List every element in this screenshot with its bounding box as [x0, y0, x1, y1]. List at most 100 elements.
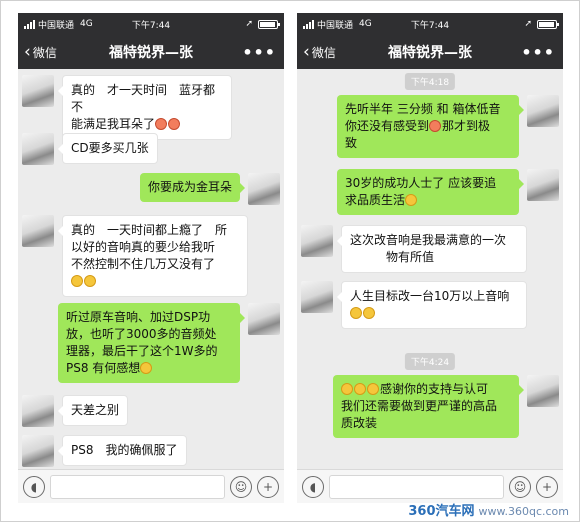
emoji-icon [84, 275, 96, 287]
voice-icon[interactable]: ◖ [302, 475, 324, 498]
message-row: 先听半年 三分频 和 箱体低音 你还没有感受到 那才到极 致 [337, 95, 559, 158]
message-row: CD要多买几张 [22, 133, 158, 165]
phone-left: 中国联通 4G 下午7:44 ➚ ‹ 微信 福特锐界—张 ••• 真的 才一天时间… [18, 13, 284, 503]
more-button[interactable]: ••• [242, 43, 276, 62]
timestamp: 下午4:18 [404, 73, 456, 90]
chat-area[interactable]: 下午4:18 先听半年 三分频 和 箱体低音 你还没有感受到 那才到极 致 30岁… [297, 69, 563, 469]
message-input[interactable] [50, 474, 225, 499]
message-text: 真的 才一天时间 蓝牙都不 [71, 83, 216, 114]
avatar[interactable] [301, 225, 333, 257]
message-text: 以好的音响真的要少给我听 [71, 240, 216, 254]
emoji-icon[interactable]: ☺ [230, 475, 252, 498]
emoji-icon [350, 307, 362, 319]
battery-icon [537, 19, 559, 29]
message-bubble[interactable]: PS8 我的确佩服了 [58, 435, 187, 466]
battery-icon [258, 19, 280, 29]
avatar[interactable] [22, 395, 54, 427]
status-time: 下午7:44 [410, 21, 450, 31]
message-bubble[interactable]: 听过原车音响、加过DSP功 放，也听了3000多的音频处 理器，最后干了这个1W… [58, 303, 245, 383]
emoji-icon [367, 383, 379, 395]
avatar[interactable] [248, 303, 280, 335]
avatar[interactable] [527, 95, 559, 127]
avatar[interactable] [22, 133, 54, 165]
message-bubble[interactable]: CD要多买几张 [58, 133, 158, 164]
chat-title: 福特锐界—张 [109, 45, 193, 61]
message-text: 你还没有感受到 [345, 119, 430, 133]
message-row: 真的 才一天时间 蓝牙都不 能满足我耳朵了 [22, 75, 232, 140]
chevron-left-icon: ‹ [303, 41, 310, 62]
emoji-icon[interactable]: ☺ [509, 475, 531, 498]
back-button[interactable]: ‹ 微信 [18, 41, 57, 62]
chevron-left-icon: ‹ [24, 41, 31, 62]
message-text: 这次改音响是我最满意的一次 [350, 233, 507, 247]
message-text: 那才到极 [442, 119, 491, 133]
avatar[interactable] [301, 281, 333, 313]
avatar[interactable] [527, 169, 559, 201]
avatar[interactable] [22, 75, 54, 107]
message-bubble[interactable]: 真的 才一天时间 蓝牙都不 能满足我耳朵了 [58, 75, 232, 140]
message-row: 感谢你的支持与认可 我们还需要做到更严谨的高品 质改装 [333, 375, 559, 438]
emoji-icon [140, 362, 153, 374]
nav-bar: ‹ 微信 福特锐界—张 ••• [297, 35, 563, 69]
avatar[interactable] [527, 375, 559, 407]
message-text: 30岁的成功人士了 应该要追 [345, 176, 497, 190]
watermark-logo: 360汽车网 www.360qc.com [408, 500, 569, 519]
emoji-icon [168, 118, 181, 130]
message-text: 听过原车音响、加过DSP功 [66, 310, 211, 324]
input-bar: ◖ ☺ + [18, 469, 284, 503]
message-bubble[interactable]: 真的 一天时间都上瘾了 所 以好的音响真的要少给我听 不然控制不住几万又没有了 [58, 215, 248, 297]
message-text: 求品质生活 [345, 193, 406, 207]
message-bubble[interactable]: 先听半年 三分频 和 箱体低音 你还没有感受到 那才到极 致 [337, 95, 524, 158]
emoji-icon [341, 383, 353, 395]
message-text: 放，也听了3000多的音频处 [66, 327, 217, 341]
status-bar: 中国联通 4G 下午7:44 ➚ [18, 13, 284, 35]
message-bubble[interactable]: 感谢你的支持与认可 我们还需要做到更严谨的高品 质改装 [333, 375, 524, 438]
message-row: 真的 一天时间都上瘾了 所 以好的音响真的要少给我听 不然控制不住几万又没有了 [22, 215, 248, 297]
message-text: 天差之别 [71, 403, 120, 417]
input-bar: ◖ ☺ + [297, 469, 563, 503]
plus-icon[interactable]: + [257, 475, 279, 498]
chat-area[interactable]: 真的 才一天时间 蓝牙都不 能满足我耳朵了 CD要多买几张 你要成为金耳朵 真的… [18, 69, 284, 469]
message-text: 先听半年 三分频 和 箱体低音 [345, 102, 501, 116]
message-bubble[interactable]: 人生目标改一台10万以上音响 [337, 281, 527, 329]
message-bubble[interactable]: 你要成为金耳朵 [139, 173, 246, 202]
message-row: 这次改音响是我最满意的一次 物有所值 [301, 225, 527, 273]
voice-icon[interactable]: ◖ [23, 475, 45, 498]
message-text: 致 [345, 136, 358, 150]
status-bar: 中国联通 4G 下午7:44 ➚ [297, 13, 563, 35]
message-text: 我们还需要做到更严谨的高品 [341, 399, 498, 413]
message-text: PS8 我的确佩服了 [71, 443, 178, 457]
message-text: 理器，最后干了这个1W多的 [66, 344, 218, 358]
message-text: 你要成为金耳朵 [147, 180, 232, 194]
message-bubble[interactable]: 这次改音响是我最满意的一次 物有所值 [337, 225, 527, 273]
message-text: PS8 有何感想 [66, 361, 141, 375]
message-row: 人生目标改一台10万以上音响 [301, 281, 527, 329]
back-label: 微信 [311, 45, 336, 60]
message-text: 物有所值 [386, 250, 435, 264]
avatar[interactable] [22, 215, 54, 247]
message-text: 感谢你的支持与认可 [380, 382, 489, 396]
watermark-site: www.360qc.com [478, 505, 570, 518]
phone-right: 中国联通 4G 下午7:44 ➚ ‹ 微信 福特锐界—张 ••• 下午4:18 先… [297, 13, 563, 503]
message-row: PS8 我的确佩服了 [22, 435, 187, 467]
emoji-icon [71, 275, 83, 287]
avatar[interactable] [22, 435, 54, 467]
plus-icon[interactable]: + [536, 475, 558, 498]
message-row: 天差之别 [22, 395, 129, 427]
emoji-icon [429, 120, 442, 132]
message-bubble[interactable]: 天差之别 [57, 395, 129, 426]
emoji-icon [155, 118, 168, 130]
message-text: 质改装 [341, 416, 378, 430]
emoji-icon [363, 307, 375, 319]
screenshot-frame: 中国联通 4G 下午7:44 ➚ ‹ 微信 福特锐界—张 ••• 真的 才一天时间… [0, 0, 580, 522]
message-bubble[interactable]: 30岁的成功人士了 应该要追 求品质生活 [337, 169, 524, 215]
back-button[interactable]: ‹ 微信 [297, 41, 336, 62]
message-text: CD要多买几张 [71, 141, 149, 155]
emoji-icon [405, 194, 418, 206]
message-input[interactable] [329, 474, 504, 499]
message-row: 听过原车音响、加过DSP功 放，也听了3000多的音频处 理器，最后干了这个1W… [58, 303, 280, 383]
message-text: 真的 一天时间都上瘾了 所 [71, 223, 228, 237]
avatar[interactable] [248, 173, 280, 205]
more-button[interactable]: ••• [521, 43, 555, 62]
nav-bar: ‹ 微信 福特锐界—张 ••• [18, 35, 284, 69]
